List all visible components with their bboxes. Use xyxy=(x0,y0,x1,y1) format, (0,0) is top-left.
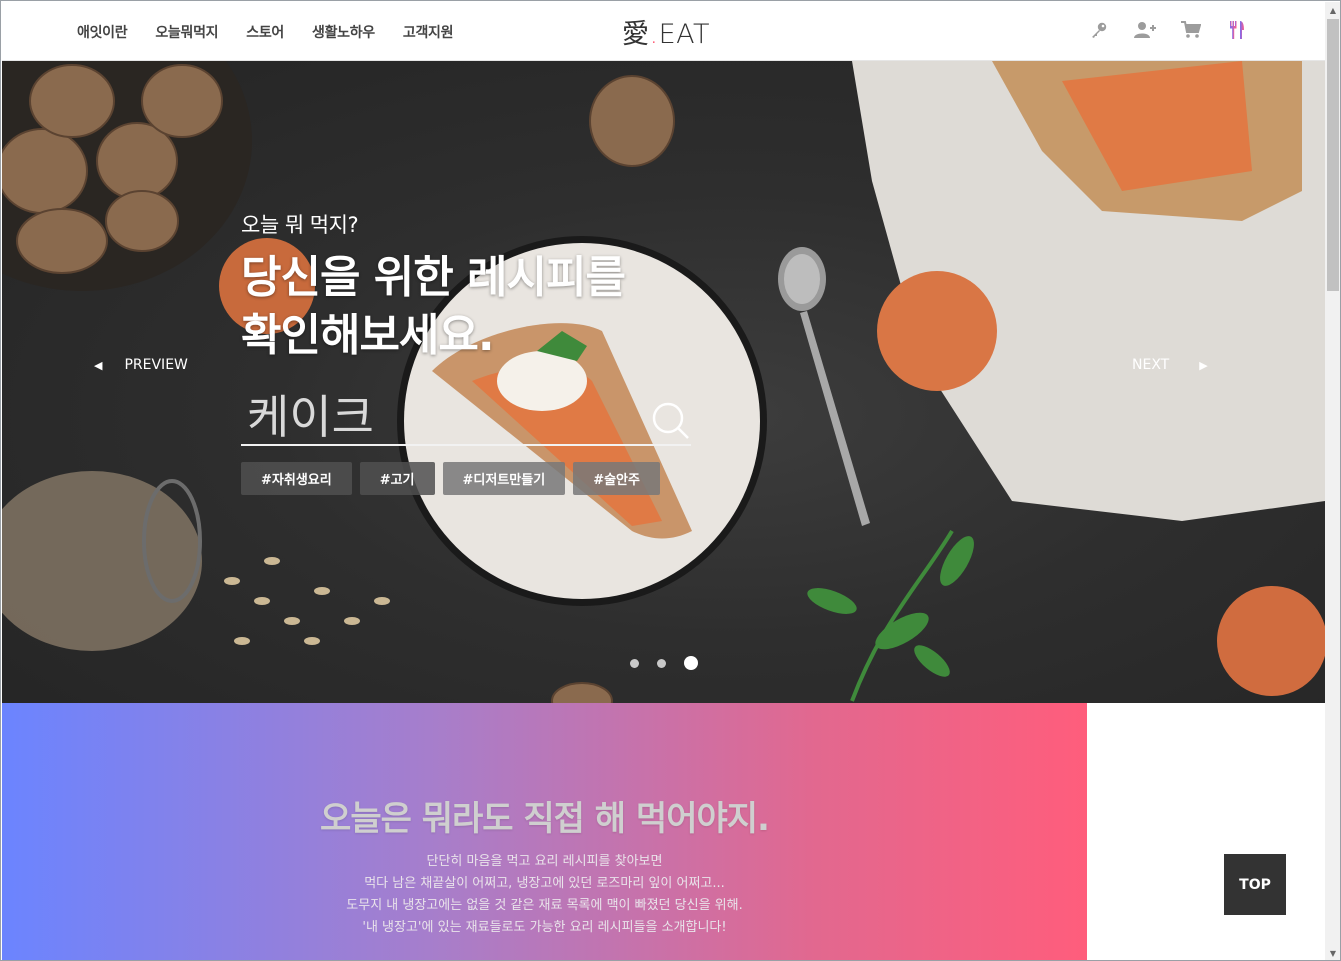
intro-text: 단단히 마음을 먹고 요리 레시피를 찾아보면 먹다 남은 채끝살이 어쩌고, … xyxy=(2,851,1087,939)
hashtag-button[interactable]: #고기 xyxy=(359,462,435,495)
search-icon[interactable] xyxy=(651,401,691,441)
hero-title-line1: 당신을 위한 레시피를 xyxy=(241,252,626,303)
triangle-left-icon: ◀ xyxy=(94,358,103,372)
main-nav: 애잇이란 오늘뭐먹지 스토어 생활노하우 고객지원 xyxy=(77,2,481,61)
site-logo[interactable]: 愛.EAT xyxy=(622,12,710,51)
slide-dot[interactable] xyxy=(630,658,639,668)
slide-dot-active[interactable] xyxy=(684,656,698,670)
prev-slide-button[interactable]: ◀ PREVIEW xyxy=(94,357,188,373)
scrollbar-thumb[interactable] xyxy=(1327,19,1339,291)
browser-frame: 애잇이란 오늘뭐먹지 스토어 생활노하우 고객지원 愛.EAT 오늘 뭐 먹지?… xyxy=(0,0,1341,961)
hero-slider: 오늘 뭐 먹지? 당신을 위한 레시피를 확인해보세요. #자취생요리 #고기 … xyxy=(2,61,1325,703)
header-icons xyxy=(1087,18,1249,42)
prev-label: PREVIEW xyxy=(124,357,188,373)
scroll-top-button[interactable]: TOP xyxy=(1224,854,1286,915)
nav-item-store[interactable]: 스토어 xyxy=(246,22,284,42)
nav-item-whattoeat[interactable]: 오늘뭐먹지 xyxy=(155,22,218,42)
hashtag-button[interactable]: #디저트만들기 xyxy=(442,462,566,495)
key-icon[interactable] xyxy=(1087,18,1111,42)
add-user-icon[interactable] xyxy=(1133,18,1157,42)
site-header: 애잇이란 오늘뭐먹지 스토어 생활노하우 고객지원 愛.EAT xyxy=(2,2,1325,61)
nav-item-lifetips[interactable]: 생활노하우 xyxy=(312,22,375,42)
search-input[interactable] xyxy=(241,391,641,443)
intro-section: 오늘은 뭐라도 직접 해 먹어야지. 단단히 마음을 먹고 요리 레시피를 찾아… xyxy=(2,703,1087,960)
cart-icon[interactable] xyxy=(1179,18,1203,42)
logo-dot: . xyxy=(649,19,659,50)
slide-dot[interactable] xyxy=(657,658,666,668)
scroll-up-arrow-icon[interactable]: ▲ xyxy=(1325,2,1340,18)
nav-item-about[interactable]: 애잇이란 xyxy=(77,22,128,42)
intro-line: '내 냉장고'에 있는 재료들로도 가능한 요리 레시피들을 소개합니다! xyxy=(362,920,727,935)
hero-subtitle: 오늘 뭐 먹지? xyxy=(241,213,359,237)
slide-indicators xyxy=(630,656,698,670)
intro-title: 오늘은 뭐라도 직접 해 먹어야지. xyxy=(320,799,770,839)
scroll-down-arrow-icon[interactable]: ▼ xyxy=(1325,945,1340,960)
page-scrollbar[interactable]: ▲ ▼ xyxy=(1325,2,1340,960)
intro-line: 도무지 내 냉장고에는 없을 것 같은 재료 목록에 맥이 빠졌던 당신을 위해… xyxy=(346,898,743,913)
hashtag-button[interactable]: #술안주 xyxy=(573,462,660,495)
nav-item-support[interactable]: 고객지원 xyxy=(403,22,454,42)
hero-title: 당신을 위한 레시피를 확인해보세요. xyxy=(241,249,626,365)
hero-title-line2: 확인해보세요. xyxy=(241,310,495,361)
next-label: NEXT xyxy=(1132,357,1170,373)
hashtag-list: #자취생요리 #고기 #디저트만들기 #술안주 xyxy=(241,462,660,495)
intro-line: 단단히 마음을 먹고 요리 레시피를 찾아보면 xyxy=(426,854,663,869)
logo-char: 愛 xyxy=(622,19,650,50)
utensils-icon[interactable] xyxy=(1225,18,1249,42)
recipe-search xyxy=(241,391,691,446)
hero-background-image xyxy=(2,61,1325,703)
triangle-right-icon: ▶ xyxy=(1199,358,1208,372)
logo-text: EAT xyxy=(658,19,711,50)
intro-line: 먹다 남은 채끝살이 어쩌고, 냉장고에 있던 로즈마리 잎이 어쩌고... xyxy=(364,876,725,891)
next-slide-button[interactable]: NEXT ▶ xyxy=(1132,357,1208,373)
hashtag-button[interactable]: #자취생요리 xyxy=(241,462,352,495)
